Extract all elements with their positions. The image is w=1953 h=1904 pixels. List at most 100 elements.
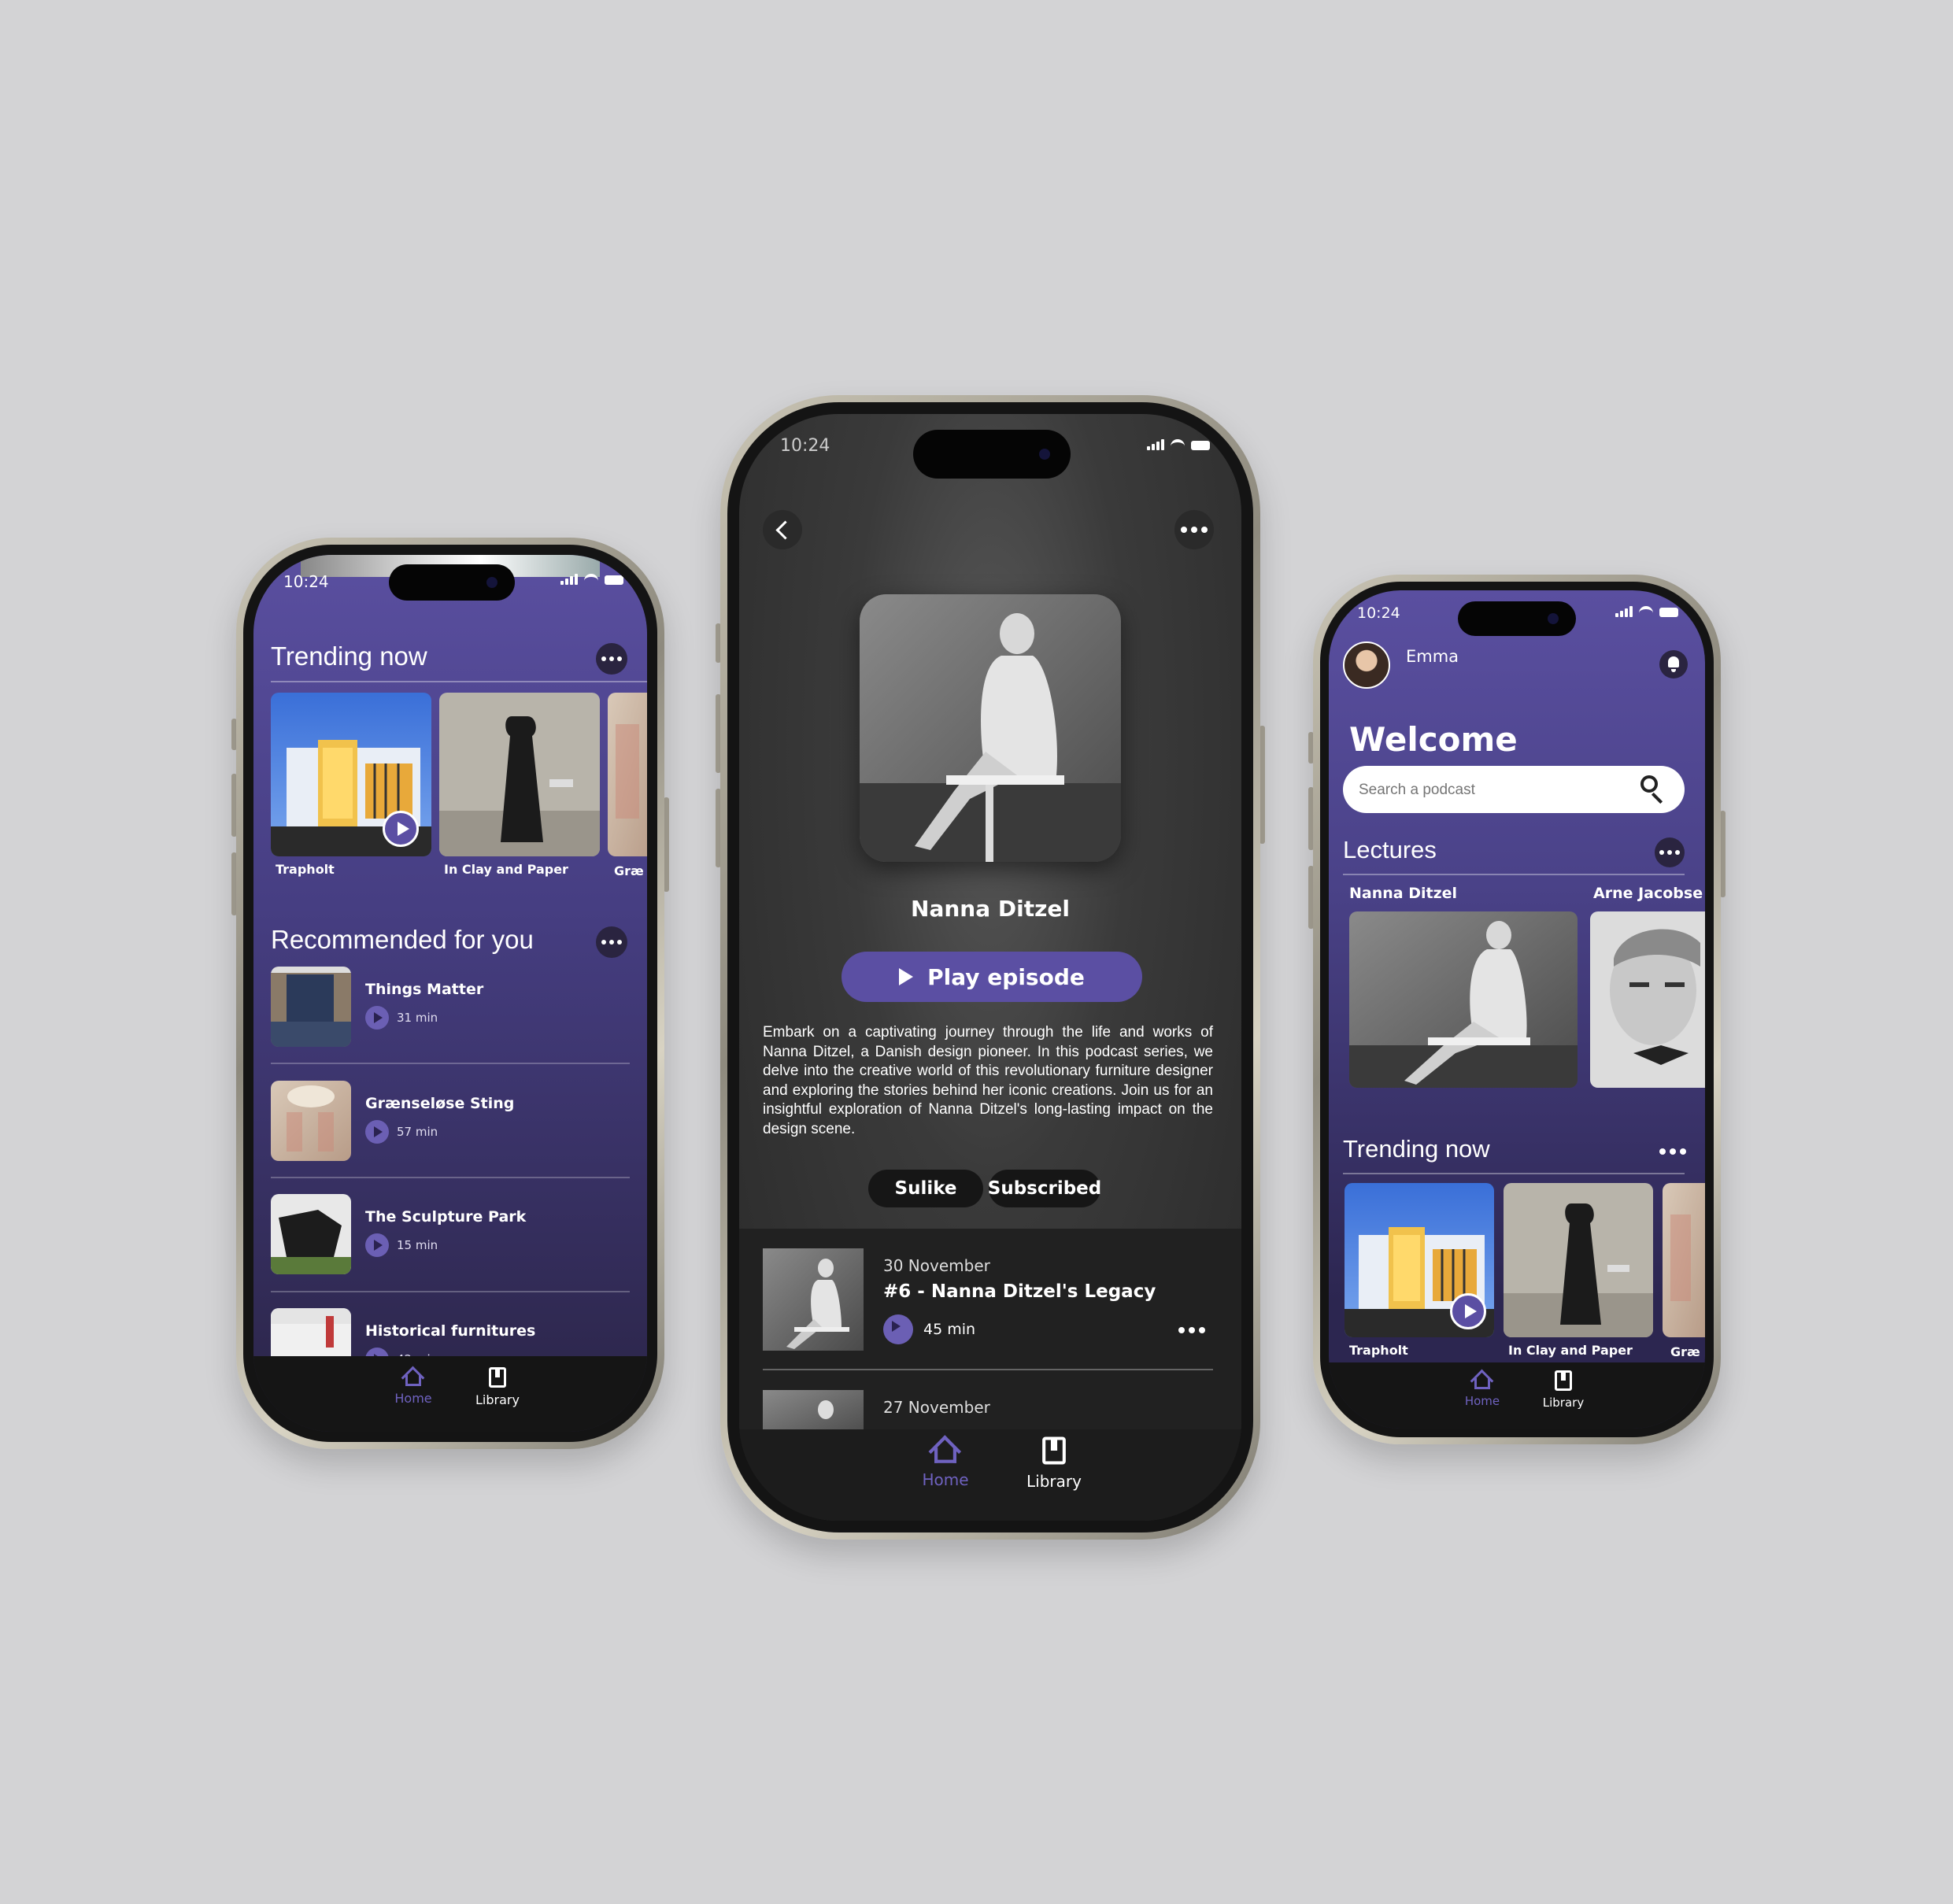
status-time: 10:24 [1357, 604, 1400, 622]
rec-title: The Sculpture Park [365, 1208, 527, 1226]
rec-title: Grænseløse Sting [365, 1095, 515, 1112]
episode-duration: 45 min [923, 1321, 976, 1338]
episode-row[interactable]: 30 November #6 - Nanna Ditzel's Legacy 4… [763, 1248, 1213, 1359]
man-portrait-image [1590, 911, 1705, 1088]
rec-duration: 15 min [397, 1238, 438, 1252]
tab-library[interactable]: Library [1532, 1370, 1595, 1410]
trending-card-trapholt[interactable] [1345, 1183, 1494, 1337]
play-icon [899, 968, 914, 985]
trending-label-1: Trapholt [1349, 1343, 1408, 1358]
center-screen: 10:24 Nanna Ditzel Play episode Embark o… [739, 414, 1241, 1521]
trending-label-1: Trapholt [276, 862, 335, 877]
episode-play-button[interactable] [883, 1314, 913, 1344]
right-screen: 10:24 Emma Welcome Lectures Nanna Ditzel… [1329, 590, 1705, 1429]
woman-portrait-image [1349, 911, 1578, 1088]
episode-title: #6 - Nanna Ditzel's Legacy [883, 1281, 1156, 1302]
subscribed-label: Subscribed [987, 1178, 1102, 1199]
fresco-wall-image [608, 693, 647, 856]
recommended-title: Recommended for you [271, 925, 534, 954]
lectures-more-button[interactable] [1655, 837, 1685, 867]
library-icon [1042, 1436, 1066, 1465]
gallery-installation-image [271, 967, 351, 1047]
fresco-wall-image [1663, 1183, 1705, 1337]
battery-icon [605, 575, 623, 585]
avatar[interactable] [1343, 641, 1390, 689]
tab-home[interactable]: Home [1455, 1370, 1510, 1408]
tab-home-label: Home [922, 1470, 969, 1489]
play-episode-label: Play episode [927, 963, 1085, 990]
trending-card-clay[interactable] [439, 693, 600, 856]
search-icon[interactable] [1640, 775, 1667, 804]
tab-home-label: Home [394, 1391, 432, 1406]
rec-play-button[interactable] [365, 1233, 389, 1257]
search-input[interactable] [1357, 777, 1628, 804]
battery-icon [1659, 608, 1678, 617]
trending-more-button[interactable] [596, 643, 627, 675]
tab-library[interactable]: Library [1015, 1436, 1093, 1491]
options-button[interactable] [1174, 510, 1214, 549]
library-icon [489, 1367, 506, 1388]
trending-more-button[interactable] [1659, 1148, 1686, 1155]
tab-home[interactable]: Home [914, 1440, 977, 1489]
trending-label-2: In Clay and Paper [444, 862, 568, 877]
rec-play-button[interactable] [365, 1006, 389, 1030]
recommended-more-button[interactable] [596, 926, 627, 958]
subscribed-button[interactable]: Subscribed [987, 1170, 1102, 1207]
episode-date: 27 November [883, 1398, 990, 1417]
list-item[interactable]: The Sculpture Park 15 min [271, 1194, 630, 1288]
tab-library[interactable]: Library [466, 1367, 529, 1407]
tab-home[interactable]: Home [386, 1367, 441, 1406]
library-icon [1555, 1370, 1572, 1391]
status-time: 10:24 [780, 436, 830, 456]
artist-name: Nanna Ditzel [911, 896, 1070, 922]
lectures-title: Lectures [1343, 836, 1437, 863]
home-icon [1472, 1370, 1492, 1389]
episode-thumb-image [763, 1248, 864, 1351]
rec-play-button[interactable] [365, 1120, 389, 1144]
trending-card-grae[interactable] [1663, 1183, 1705, 1337]
notification-button[interactable] [1659, 650, 1688, 678]
tab-library-label: Library [475, 1392, 520, 1407]
rec-duration: 31 min [397, 1011, 438, 1025]
trending-label-2: In Clay and Paper [1508, 1343, 1633, 1358]
bell-icon [1668, 656, 1679, 667]
search-bar[interactable] [1343, 766, 1685, 813]
dynamic-island [1458, 601, 1576, 636]
episode-list: 30 November #6 - Nanna Ditzel's Legacy 4… [739, 1229, 1241, 1437]
trending-card-trapholt[interactable] [271, 693, 431, 856]
trending-label-3: Græ [614, 863, 644, 878]
outdoor-sculpture-image [271, 1194, 351, 1274]
trapholt-play-button[interactable] [383, 811, 419, 847]
trending-card-clay[interactable] [1504, 1183, 1653, 1337]
trending-title: Trending now [1343, 1135, 1490, 1163]
battery-icon [1191, 441, 1210, 450]
list-item[interactable]: Things Matter 31 min [271, 967, 630, 1061]
home-icon [931, 1436, 960, 1463]
list-item[interactable]: Grænseløse Sting 57 min [271, 1081, 630, 1175]
trending-card-grae[interactable] [608, 693, 647, 856]
wifi-icon [1171, 439, 1185, 450]
tab-bar: Home Library [739, 1429, 1241, 1521]
center-phone: 10:24 Nanna Ditzel Play episode Embark o… [716, 395, 1265, 1540]
rec-title: Historical furnitures [365, 1322, 536, 1340]
right-phone: 10:24 Emma Welcome Lectures Nanna Ditzel… [1308, 575, 1726, 1444]
episode-date: 30 November [883, 1256, 990, 1275]
tab-library-label: Library [1542, 1396, 1585, 1410]
dark-sculpture-image [1504, 1183, 1653, 1337]
episode-more-button[interactable] [1178, 1327, 1205, 1333]
description: Embark on a captivating journey through … [763, 1024, 1213, 1137]
signal-icon [560, 574, 578, 585]
like-button[interactable]: Sulike [868, 1170, 983, 1207]
wifi-icon [584, 574, 598, 585]
chevron-left-icon [775, 520, 795, 540]
wifi-icon [1639, 606, 1653, 617]
lecture-card-arne[interactable] [1590, 911, 1705, 1088]
back-button[interactable] [763, 510, 802, 549]
play-episode-button[interactable]: Play episode [841, 952, 1142, 1002]
woman-portrait-image [860, 594, 1121, 862]
dynamic-island [913, 430, 1071, 479]
signal-icon [1147, 439, 1164, 450]
home-icon [403, 1367, 424, 1386]
trapholt-play-button[interactable] [1450, 1293, 1486, 1329]
lecture-card-nanna[interactable] [1349, 911, 1578, 1088]
